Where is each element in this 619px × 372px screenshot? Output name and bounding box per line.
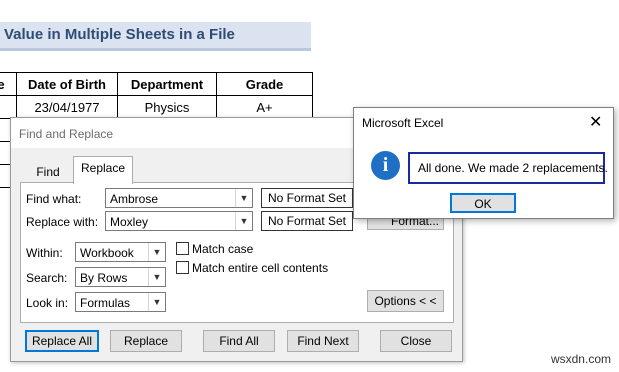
find-what-combo[interactable]: Ambrose ▼ (105, 188, 253, 208)
replace-with-value: Moxley (110, 215, 149, 229)
replace-with-combo[interactable]: Moxley ▼ (105, 211, 253, 231)
header-cell-grade[interactable]: Grade (216, 72, 313, 96)
close-button[interactable]: Close (380, 330, 452, 352)
header-cell-department[interactable]: Department (117, 72, 217, 96)
match-entire-label: Match entire cell contents (192, 261, 329, 275)
find-format-preview: No Format Set (261, 188, 353, 208)
find-all-button[interactable]: Find All (203, 330, 275, 352)
chevron-down-icon[interactable]: ▼ (148, 293, 165, 311)
match-case-checkbox[interactable] (176, 242, 189, 255)
ok-button[interactable]: OK (450, 193, 516, 213)
find-next-button[interactable]: Find Next (287, 330, 359, 352)
replace-all-button[interactable]: Replace All (25, 330, 99, 352)
search-label: Search: (26, 271, 68, 285)
close-icon[interactable]: ✕ (589, 112, 602, 132)
chevron-down-icon[interactable]: ▼ (235, 212, 252, 230)
dialog-title: Find and Replace (19, 127, 114, 141)
lookin-label: Look in: (26, 296, 69, 310)
watermark: wsxdn.com (550, 352, 611, 366)
within-value: Workbook (80, 246, 134, 260)
cell[interactable]: 23/04/1977 (16, 95, 118, 119)
table-row: 23/04/1977 Physics A+ (0, 95, 313, 119)
chevron-down-icon[interactable]: ▼ (235, 189, 252, 207)
info-icon: i (371, 151, 400, 180)
header-cell-name[interactable]: e (0, 72, 17, 96)
options-button[interactable]: Options < < (367, 290, 444, 312)
within-select[interactable]: Workbook ▼ (75, 242, 166, 262)
tab-find-label: Find (36, 165, 60, 179)
cell[interactable]: Physics (117, 95, 217, 119)
message-text: All done. We made 2 replacements. (418, 161, 608, 175)
search-value: By Rows (80, 271, 128, 285)
replace-format-preview: No Format Set (261, 211, 353, 231)
header-cell-dob[interactable]: Date of Birth (16, 72, 118, 96)
cell[interactable] (0, 95, 17, 119)
chevron-down-icon[interactable]: ▼ (148, 243, 165, 261)
match-entire-checkbox[interactable] (176, 261, 189, 274)
replace-with-label: Replace with: (26, 215, 99, 229)
tab-find[interactable]: Find (21, 160, 75, 183)
search-select[interactable]: By Rows ▼ (75, 267, 166, 287)
find-what-label: Find what: (26, 192, 82, 206)
lookin-value: Formulas (80, 296, 131, 310)
sheet-title: Value in Multiple Sheets in a File (4, 26, 235, 43)
chevron-down-icon[interactable]: ▼ (148, 268, 165, 286)
excel-message-box: Microsoft Excel ✕ i All done. We made 2 … (353, 107, 614, 219)
replace-button[interactable]: Replace (110, 330, 182, 352)
find-what-value: Ambrose (110, 192, 159, 206)
tab-replace-label: Replace (80, 161, 126, 175)
cell[interactable]: A+ (216, 95, 313, 119)
lookin-select[interactable]: Formulas ▼ (75, 292, 166, 312)
table-header-row: e Date of Birth Department Grade (0, 72, 313, 96)
message-box-title: Microsoft Excel (362, 116, 444, 130)
within-label: Within: (26, 246, 63, 260)
match-case-label: Match case (192, 242, 254, 256)
tab-replace[interactable]: Replace (73, 156, 133, 184)
